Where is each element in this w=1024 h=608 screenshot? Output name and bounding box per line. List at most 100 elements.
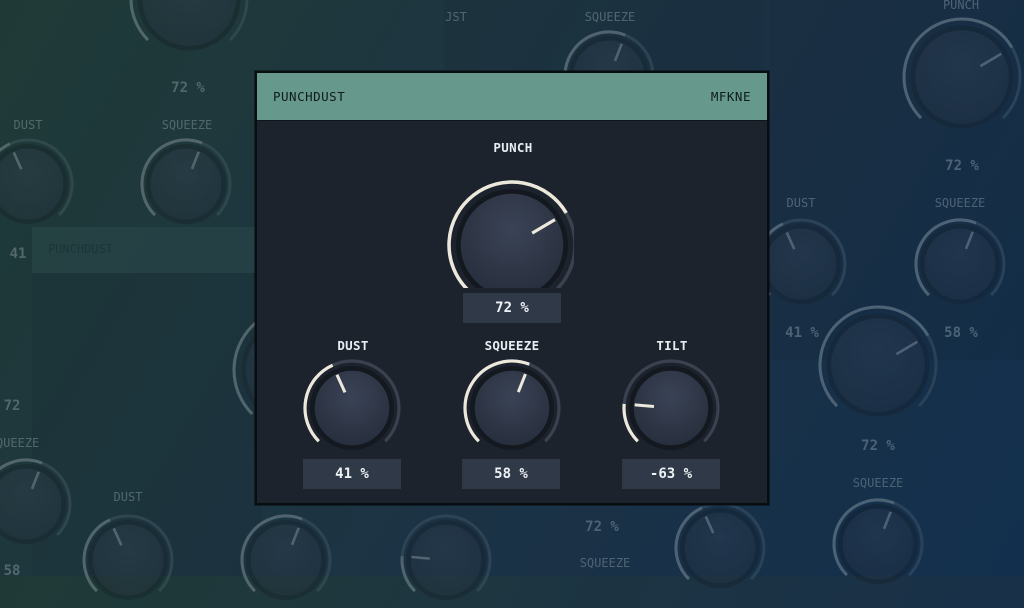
knob-pointer (979, 52, 1002, 68)
bg-panel-top (444, 0, 764, 70)
knob-body (913, 28, 1011, 126)
knob-track (902, 17, 1022, 120)
knob-track (914, 218, 1006, 297)
bg-value: 72 % (171, 80, 205, 96)
knob-body (313, 369, 391, 447)
punch-label: PUNCH (493, 140, 533, 155)
knob-value-arc (674, 506, 703, 581)
bg-panel-left (32, 227, 262, 576)
bg-knob (914, 218, 1006, 305)
tilt-value[interactable]: -63 % (622, 459, 720, 489)
knob-pointer (785, 231, 796, 250)
bg-label: SQUEEZE (852, 476, 904, 490)
bg-label: SQUEEZE (934, 196, 986, 210)
knob-body (683, 511, 757, 585)
knob-pointer (895, 340, 918, 356)
brand-label[interactable]: MFKNE (711, 73, 751, 121)
squeeze-knob[interactable] (461, 359, 561, 451)
knob-body (459, 192, 565, 288)
squeeze-label: SQUEEZE (484, 338, 540, 353)
punch-value[interactable]: 72 % (463, 293, 561, 323)
knob-value-arc (818, 305, 930, 408)
bg-label: DUST (113, 490, 143, 504)
knob-body (632, 369, 710, 447)
bg-label: SQUEEZE (584, 10, 636, 24)
bg-label: JST (445, 10, 467, 24)
knob-value-arc (82, 518, 111, 593)
bg-value: 72 % (585, 519, 619, 535)
knob-body (149, 147, 223, 221)
knob-body (841, 507, 915, 581)
bg-knob (240, 514, 332, 601)
squeeze-value[interactable]: 58 % (462, 459, 560, 489)
bg-label: PUNCH (942, 0, 980, 12)
knob-shadow (679, 507, 761, 589)
knob-pointer (290, 527, 300, 546)
bg-knob (902, 17, 1022, 129)
knob-pointer (190, 151, 200, 170)
knob-track (400, 514, 492, 593)
bg-knob (818, 305, 938, 417)
knob-value-arc (240, 514, 303, 593)
knob-body (0, 147, 65, 221)
knob-value-arc (400, 556, 416, 593)
knob-value-arc (129, 0, 150, 42)
knob-shadow (145, 143, 227, 225)
dust-knob[interactable] (302, 359, 402, 451)
bg-knob (82, 514, 174, 601)
bg-knob (400, 514, 492, 601)
bg-panel-header: PUNCHDUST (32, 227, 262, 273)
knob-pointer (704, 515, 715, 534)
knob-body (91, 523, 165, 597)
knob-track (82, 514, 174, 593)
bg-panel-right (770, 0, 1024, 360)
knob-pointer (12, 151, 23, 170)
plugin-name: PUNCHDUST (273, 89, 346, 104)
dust-value[interactable]: 41 % (303, 459, 401, 489)
bg-label: SQUEEZE (0, 436, 40, 450)
bg-value: 72 (3, 398, 21, 414)
knob-shadow (405, 519, 487, 601)
knob-pointer (411, 555, 430, 560)
knob-track (0, 138, 74, 217)
knob-value-arc (0, 142, 11, 153)
bg-knob (674, 502, 766, 589)
knob-body (140, 0, 238, 48)
bg-value: 72 % (945, 158, 979, 174)
bg-label: SQUEEZE (161, 118, 213, 132)
tilt-knob[interactable] (621, 359, 721, 451)
bg-label: SQUEEZE (579, 556, 631, 570)
bg-knob (0, 138, 74, 225)
knob-shadow (245, 519, 327, 601)
knob-pointer (634, 403, 655, 409)
knob-shadow (0, 463, 67, 545)
knob-pointer (964, 231, 974, 250)
knob-track (832, 498, 924, 577)
knob-shadow (87, 519, 169, 601)
bg-knob (832, 498, 924, 585)
knob-shadow (910, 25, 1014, 129)
bg-knob (140, 138, 232, 225)
dust-label: DUST (337, 338, 369, 353)
bg-label: DUST (13, 118, 43, 132)
knob-value-arc (140, 138, 203, 217)
knob-track (674, 502, 766, 581)
knob-shadow (0, 143, 69, 225)
knob-shadow (826, 313, 930, 417)
knob-body (0, 467, 63, 541)
bg-label: DUST (786, 196, 816, 210)
knob-track (140, 138, 232, 217)
knob-value-arc (914, 218, 977, 297)
plugin-header: PUNCHDUST MFKNE (257, 73, 767, 121)
bg-knob (0, 458, 72, 545)
knob-track (240, 514, 332, 593)
knob-body (409, 523, 483, 597)
bg-value: 41 (9, 246, 27, 262)
knob-track (0, 458, 72, 537)
punch-knob[interactable] (442, 178, 574, 288)
knob-body (249, 523, 323, 597)
knob-shadow (919, 223, 1001, 305)
knob-shadow (137, 0, 241, 51)
knob-body (829, 316, 927, 414)
bg-value: 41 % (785, 325, 819, 341)
